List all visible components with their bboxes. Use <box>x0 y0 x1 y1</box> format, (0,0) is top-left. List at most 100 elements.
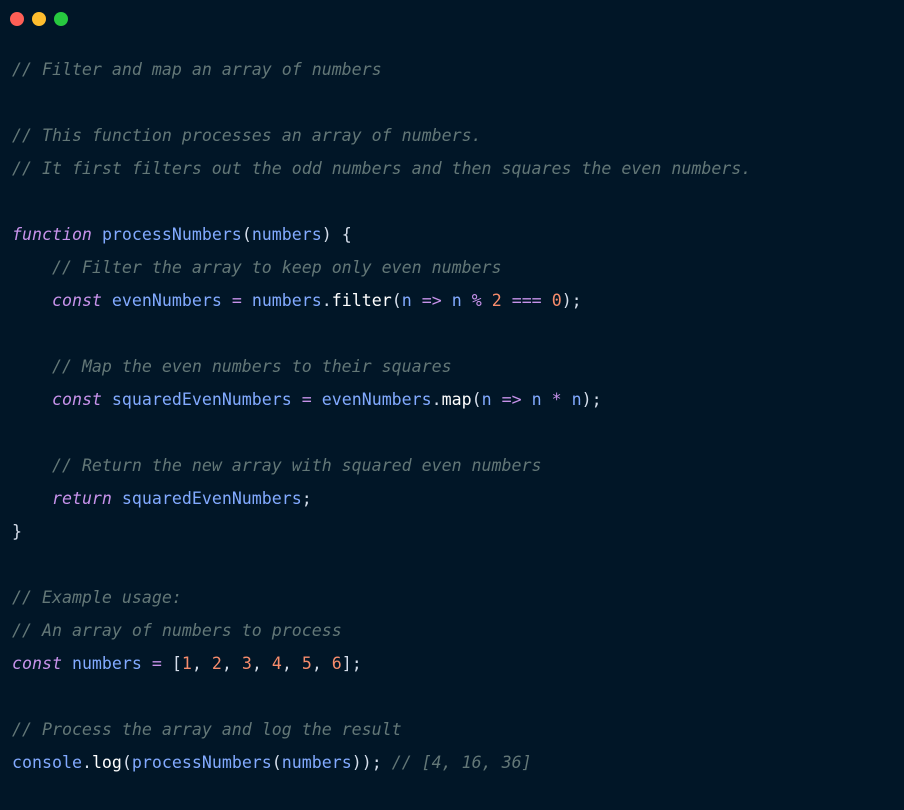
code-token: ]; <box>341 654 362 673</box>
code-editor[interactable]: // Filter and map an array of numbers // … <box>12 53 751 779</box>
code-token: return <box>51 489 112 508</box>
code-token: * <box>551 390 562 409</box>
code-token: n <box>451 291 462 310</box>
code-token: squaredEvenNumbers <box>121 489 302 508</box>
code-token: const <box>51 390 102 409</box>
code-token: // It first filters out the odd numbers … <box>12 159 752 178</box>
code-token: // Process the array and log the result <box>12 720 402 739</box>
code-line: const numbers = [1, 2, 3, 4, 5, 6]; <box>12 647 751 680</box>
close-button[interactable] <box>10 12 24 26</box>
code-token: const <box>51 291 102 310</box>
code-token: // Filter the array to keep only even nu… <box>51 258 502 277</box>
code-token: numbers <box>251 291 322 310</box>
code-token: ; <box>301 489 312 508</box>
code-token: processNumbers <box>131 753 272 772</box>
code-window: // Filter and map an array of numbers // … <box>0 0 904 810</box>
maximize-button[interactable] <box>54 12 68 26</box>
code-token: ); <box>561 291 582 310</box>
code-line: function processNumbers(numbers) { <box>12 218 751 251</box>
code-token: , <box>251 654 272 673</box>
code-line: return squaredEvenNumbers; <box>12 482 751 515</box>
code-token: squaredEvenNumbers <box>111 390 292 409</box>
code-token: 4 <box>271 654 282 673</box>
code-token: 6 <box>331 654 342 673</box>
code-token: numbers <box>281 753 352 772</box>
minimize-button[interactable] <box>32 12 46 26</box>
code-token: 3 <box>241 654 252 673</box>
code-token: ( <box>271 753 282 772</box>
code-token: numbers <box>251 225 322 244</box>
code-token: function <box>12 225 92 244</box>
code-line: // Filter and map an array of numbers <box>12 53 751 86</box>
code-line: // An array of numbers to process <box>12 614 751 647</box>
code-token: ( <box>121 753 132 772</box>
code-line: // This function processes an array of n… <box>12 119 751 152</box>
code-token: filter <box>331 291 392 310</box>
code-token: )); <box>351 753 392 772</box>
code-token: n <box>481 390 492 409</box>
code-token: // Filter and map an array of numbers <box>12 60 382 79</box>
code-token: n <box>571 390 582 409</box>
code-line: const squaredEvenNumbers = evenNumbers.m… <box>12 383 751 416</box>
code-token: = <box>231 291 242 310</box>
code-token: ) { <box>321 225 352 244</box>
code-token: , <box>311 654 332 673</box>
code-line: console.log(processNumbers(numbers)); //… <box>12 746 751 779</box>
code-token: // An array of numbers to process <box>12 621 342 640</box>
code-token: ( <box>391 291 402 310</box>
code-token: console <box>12 753 82 772</box>
code-token: } <box>12 522 22 541</box>
code-line: // Map the even numbers to their squares <box>12 350 751 383</box>
code-token: 2 <box>211 654 222 673</box>
code-token: // [4, 16, 36] <box>391 753 532 772</box>
code-token: // Example usage: <box>12 588 182 607</box>
code-token: , <box>221 654 242 673</box>
code-token: , <box>191 654 212 673</box>
code-token: , <box>281 654 302 673</box>
code-token: 2 <box>491 291 502 310</box>
code-token: => <box>501 390 522 409</box>
code-token: . <box>81 753 92 772</box>
code-token: // Return the new array with squared eve… <box>51 456 542 475</box>
code-line: // It first filters out the odd numbers … <box>12 152 751 185</box>
code-token: . <box>431 390 442 409</box>
code-line: } <box>12 515 751 548</box>
code-token: = <box>301 390 312 409</box>
code-token: ( <box>471 390 482 409</box>
code-line: // Filter the array to keep only even nu… <box>12 251 751 284</box>
code-token: => <box>421 291 442 310</box>
code-token: ( <box>241 225 252 244</box>
code-token: 0 <box>551 291 562 310</box>
code-token: evenNumbers <box>321 390 432 409</box>
code-token: n <box>531 390 542 409</box>
code-token: [ <box>161 654 182 673</box>
code-token: processNumbers <box>101 225 242 244</box>
